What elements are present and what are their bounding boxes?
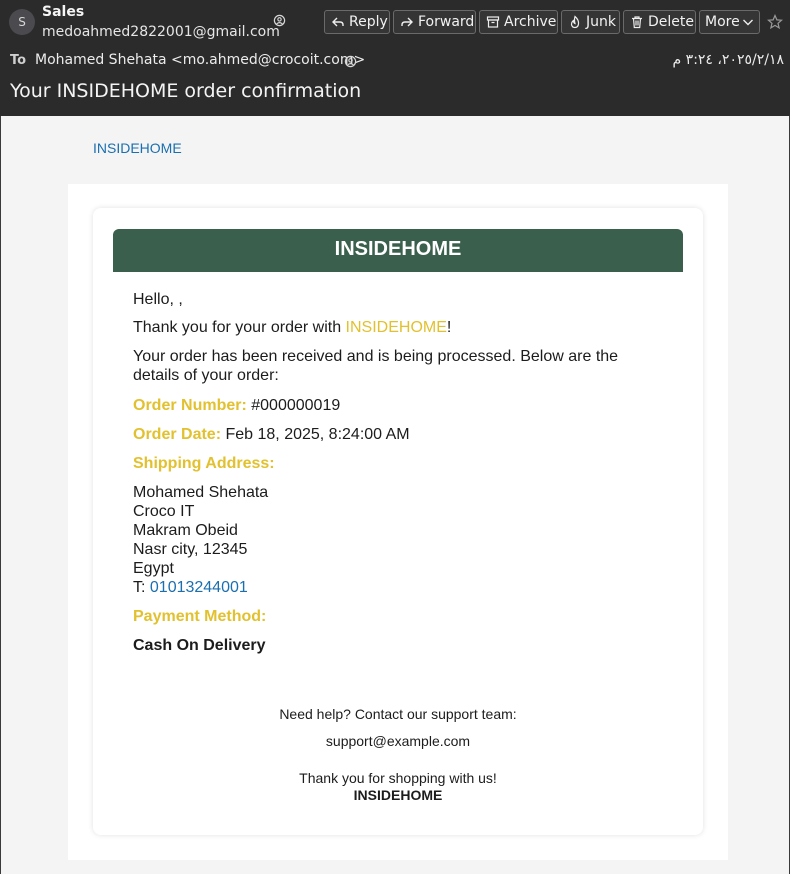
more-button[interactable]: More [699, 10, 760, 34]
address-company: Croco IT [133, 503, 195, 520]
sender-email[interactable]: medoahmed2822001@gmail.com [42, 24, 280, 40]
order-date-value: Feb 18, 2025, 8:24:00 AM [225, 426, 410, 443]
flame-icon [570, 15, 580, 29]
order-card: INSIDEHOME Hello, , Thank you for your o… [93, 208, 703, 835]
message-body: INSIDEHOME INSIDEHOME Hello, , Thank you… [0, 116, 790, 874]
delete-label: Delete [648, 14, 694, 30]
recipient[interactable]: Mohamed Shehata <mo.ahmed@crocoit.com> [35, 52, 365, 68]
delete-button[interactable]: Delete [623, 10, 696, 34]
thanks-line: Thank you for your order with INSIDEHOME… [133, 319, 451, 337]
forward-button[interactable]: Forward [393, 10, 476, 34]
archive-label: Archive [504, 14, 557, 30]
address-country: Egypt [133, 560, 174, 577]
shipping-label: Shipping Address: [133, 455, 275, 472]
reply-icon [332, 17, 344, 27]
address-name: Mohamed Shehata [133, 484, 269, 501]
star-icon[interactable] [767, 14, 783, 30]
reply-label: Reply [349, 14, 388, 30]
archive-button[interactable]: Archive [479, 10, 558, 34]
chevron-down-icon [743, 19, 753, 26]
brand-banner: INSIDEHOME [113, 229, 683, 272]
forward-label: Forward [418, 14, 475, 30]
archive-icon [486, 16, 500, 28]
payment-value: Cash On Delivery [133, 637, 266, 654]
brand-link[interactable]: INSIDEHOME [93, 140, 182, 156]
thanks-brand: INSIDEHOME [345, 319, 447, 336]
order-date-label: Order Date: [133, 426, 222, 443]
more-label: More [705, 14, 740, 30]
message-header: S Sales medoahmed2822001@gmail.com Reply… [0, 0, 790, 116]
payment-label: Payment Method: [133, 608, 267, 625]
thanks-prefix: Thank you for your order with [133, 319, 346, 336]
reply-button[interactable]: Reply [324, 10, 390, 34]
phone-prefix: T: [133, 579, 150, 596]
junk-button[interactable]: Junk [561, 10, 620, 34]
thanks-suffix: ! [446, 319, 452, 336]
junk-label: Junk [586, 14, 616, 30]
order-number: Order Number: #000000019 [133, 397, 340, 415]
received-line-2: details of your order: [133, 367, 279, 384]
sender-name[interactable]: Sales [42, 4, 84, 20]
sender-avatar: S [9, 9, 35, 35]
received-line-1: Your order has been received and is bein… [133, 348, 619, 365]
order-number-value: #000000019 [251, 397, 341, 414]
order-number-label: Order Number: [133, 397, 247, 414]
phone-link[interactable]: 01013244001 [150, 579, 248, 596]
message-date: ٢٠٢٥/٢/١٨، ٣:٢٤ م [672, 52, 784, 68]
address-street: Makram Obeid [133, 522, 238, 539]
trash-icon [632, 16, 642, 29]
greeting: Hello, , [133, 291, 183, 308]
support-email-link: support@example.com [93, 733, 703, 749]
address-phone: T: 01013244001 [133, 579, 248, 597]
contact-icon[interactable] [273, 14, 286, 27]
order-date: Order Date: Feb 18, 2025, 8:24:00 AM [133, 426, 410, 444]
to-label: To [10, 53, 27, 68]
contact-icon[interactable] [344, 55, 357, 68]
signature: INSIDEHOME [353, 787, 443, 803]
email-container: INSIDEHOME Hello, , Thank you for your o… [68, 184, 728, 860]
forward-icon [401, 17, 413, 27]
support-email[interactable]: support@example.com [326, 733, 470, 749]
address-city: Nasr city, 12345 [133, 541, 248, 558]
help-text: Need help? Contact our support team: [279, 706, 517, 722]
closing-text: Thank you for shopping with us! [299, 770, 497, 786]
message-subject: Your INSIDEHOME order confirmation [10, 80, 362, 102]
